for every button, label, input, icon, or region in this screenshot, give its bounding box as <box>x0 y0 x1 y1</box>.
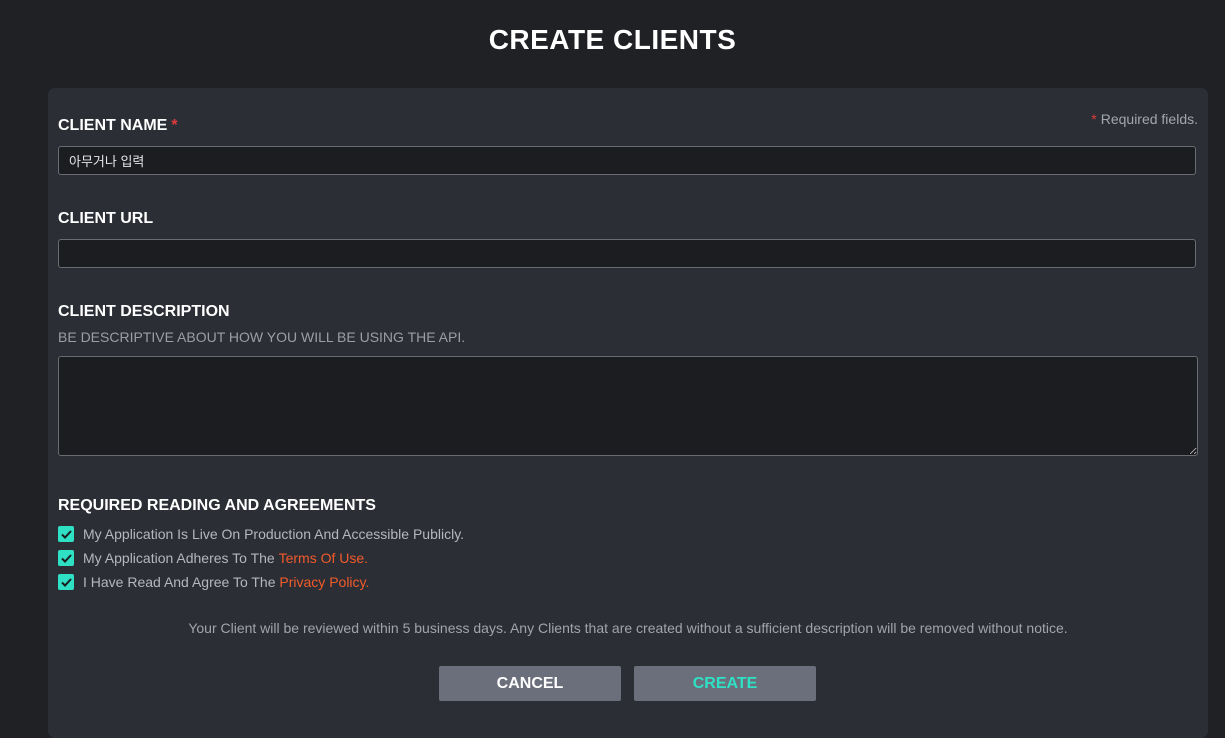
agreement-checkbox-privacy[interactable] <box>58 574 74 590</box>
client-name-input[interactable] <box>58 146 1196 175</box>
required-star: * <box>1091 111 1097 127</box>
client-url-input[interactable] <box>58 239 1196 268</box>
agreement-row-live: My Application Is Live On Production And… <box>58 525 464 543</box>
agreement-checkbox-terms[interactable] <box>58 550 74 566</box>
client-url-label: CLIENT URL <box>58 210 154 227</box>
client-name-required-star: * <box>171 117 178 134</box>
client-description-label: CLIENT DESCRIPTION <box>58 303 230 320</box>
agreement-text-privacy: I Have Read And Agree To The <box>83 574 280 590</box>
agreement-text-terms: My Application Adheres To The <box>83 550 279 566</box>
create-button[interactable]: CREATE <box>634 666 816 701</box>
client-name-label-text: CLIENT NAME <box>58 117 168 134</box>
client-name-label: CLIENT NAME * <box>58 117 178 135</box>
terms-of-use-link[interactable]: Terms Of Use. <box>279 550 368 566</box>
privacy-policy-link[interactable]: Privacy Policy. <box>279 574 369 590</box>
required-fields-note: * Required fields. <box>1091 111 1198 127</box>
create-client-form: *Required fields. CLIENT NAME* CLIENT UR… <box>48 88 1208 738</box>
agreement-row-privacy: I Have Read And Agree To The Privacy Pol… <box>58 573 369 591</box>
required-fields-text: Required fields. <box>1100 111 1198 127</box>
client-description-hint: BE DESCRIPTIVE ABOUT HOW YOU WILL BE USI… <box>58 329 466 345</box>
agreement-text-live: My Application Is Live On Production And… <box>83 526 465 542</box>
page-title: CREATE CLIENTS <box>488 24 737 55</box>
agreement-checkbox-live[interactable] <box>58 526 74 542</box>
cancel-button[interactable]: CANCEL <box>439 666 621 701</box>
client-description-textarea[interactable] <box>58 356 1198 456</box>
agreements-heading: REQUIRED READING AND AGREEMENTS <box>58 497 376 514</box>
check-icon <box>60 529 72 539</box>
review-notice: Your Client will be reviewed within 5 bu… <box>188 620 1068 636</box>
agreement-row-terms: My Application Adheres To The Terms Of U… <box>58 549 368 567</box>
check-icon <box>60 553 72 563</box>
check-icon <box>60 577 72 587</box>
